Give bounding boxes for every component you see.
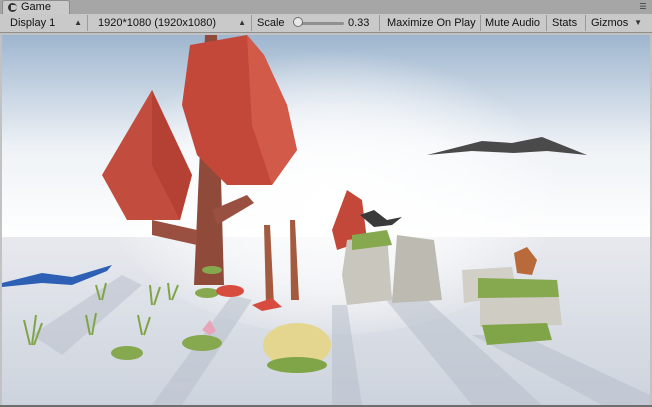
resolution-value: 1920*1080 (1920x1080) bbox=[98, 17, 217, 29]
panel-menu-icon[interactable]: ☰ bbox=[638, 2, 648, 12]
rock bbox=[392, 235, 442, 303]
scale-value: 0.33 bbox=[348, 15, 380, 31]
dropdown-arrow-icon: ▲︎ bbox=[238, 18, 246, 27]
game-controller-icon bbox=[8, 3, 17, 12]
tab-label: Game bbox=[21, 1, 51, 13]
maximize-on-play-toggle[interactable]: Maximize On Play bbox=[384, 15, 481, 31]
gizmos-dropdown[interactable]: Gizmos ▼ bbox=[588, 15, 648, 31]
gizmos-label: Gizmos bbox=[591, 17, 629, 29]
mushroom bbox=[216, 285, 244, 297]
game-toolbar: Display 1 ▲︎ 1920*1080 (1920x1080) ▲︎ Sc… bbox=[0, 14, 652, 33]
display-dropdown[interactable]: Display 1 ▲︎ bbox=[4, 15, 88, 31]
moss bbox=[478, 278, 559, 298]
turtle-base bbox=[267, 357, 327, 373]
game-viewport[interactable] bbox=[2, 35, 650, 405]
scale-label: Scale bbox=[257, 17, 285, 29]
tab-game[interactable]: Game bbox=[2, 0, 70, 14]
tab-bar: Game ☰ bbox=[0, 0, 652, 15]
dropdown-arrow-icon: ▼ bbox=[634, 18, 642, 27]
mute-audio-toggle[interactable]: Mute Audio bbox=[482, 15, 547, 31]
dropdown-arrow-icon: ▲︎ bbox=[74, 18, 82, 27]
display-value: Display 1 bbox=[10, 17, 56, 29]
game-scene bbox=[2, 35, 650, 405]
scale-slider-thumb[interactable] bbox=[293, 17, 303, 27]
resolution-dropdown[interactable]: 1920*1080 (1920x1080) ▲︎ bbox=[92, 15, 252, 31]
stats-toggle[interactable]: Stats bbox=[548, 15, 586, 31]
